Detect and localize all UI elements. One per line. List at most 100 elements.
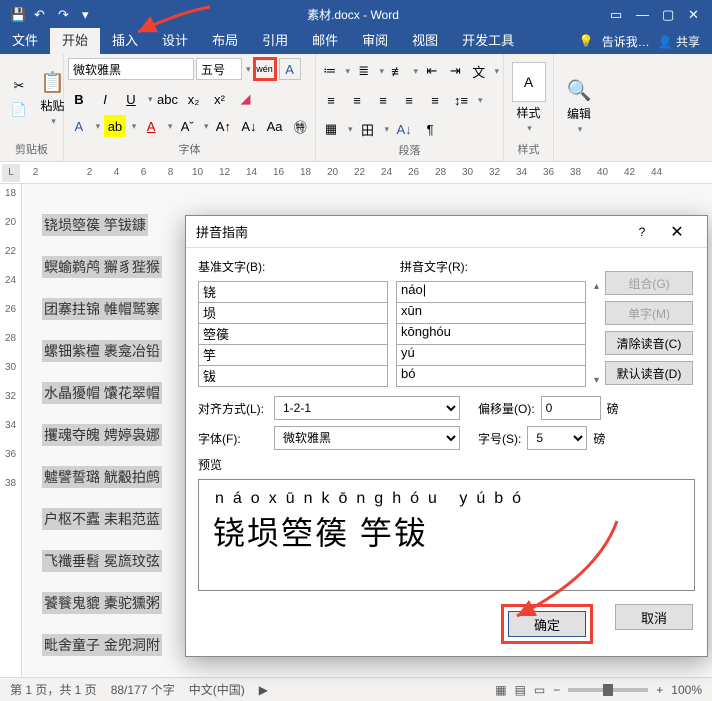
underline-button[interactable]: U [120,88,142,110]
pinyin-cell[interactable]: yú [396,344,586,366]
align-center-button[interactable]: ≡ [346,89,368,111]
enclose-char-button[interactable]: ㊕ [289,115,311,137]
show-marks-button[interactable]: ¶ [419,118,441,140]
zoom-out-button[interactable]: − [553,683,560,697]
horizontal-ruler[interactable]: L 22468101214161820222426283032343638404… [0,162,712,184]
close-icon[interactable]: ✕ [688,7,702,21]
text-direction-button[interactable]: 文 [469,60,488,82]
justify-button[interactable]: ≡ [398,89,420,111]
numbering-button[interactable]: ≣ [354,60,373,82]
italic-button[interactable]: I [94,88,116,110]
text-line[interactable]: 毗舍童子 金兜洞附 [42,634,162,656]
tab-selector[interactable]: L [2,164,20,182]
highlight-button[interactable]: ab [104,115,126,137]
text-line[interactable]: 攫魂夺魄 娉婷袅娜 [42,424,162,446]
bold-button[interactable]: B [68,88,90,110]
increase-font-button[interactable]: A↑ [213,115,235,137]
text-line[interactable]: 水晶獶帽 馕花翠帽 [42,382,162,404]
single-char-button[interactable]: 单字(M) [605,301,693,325]
ok-button[interactable]: 确定 [508,611,586,637]
language-indicator[interactable]: 中文(中国) [189,681,245,698]
qat-more-icon[interactable]: ▾ [82,7,96,21]
pinyin-cell[interactable]: xūn [396,302,586,324]
styles-button[interactable]: A 样式▾ [508,57,549,139]
align-select[interactable]: 1-2-1 [274,396,460,420]
maximize-icon[interactable]: ▢ [662,7,676,21]
menu-developer[interactable]: 开发工具 [450,28,526,54]
decrease-indent-button[interactable]: ⇤ [422,60,441,82]
sort-button[interactable]: A↓ [393,118,415,140]
menu-home[interactable]: 开始 [50,28,100,54]
pinyin-cell[interactable]: kōnghóu [396,323,586,345]
superscript-button[interactable]: x² [209,88,231,110]
multilevel-button[interactable]: ≢ [388,60,407,82]
read-mode-icon[interactable]: ▦ [495,683,506,697]
font-color-button[interactable]: A [140,115,162,137]
base-cell[interactable]: 埙 [198,302,388,324]
tell-me-icon[interactable]: 💡 [579,34,594,48]
increase-indent-button[interactable]: ⇥ [446,60,465,82]
web-layout-icon[interactable]: ▭ [534,683,545,697]
text-line[interactable]: 魖譬誓璐 觥觳拍鹧 [42,466,162,488]
word-count[interactable]: 88/177 个字 [111,681,175,698]
vertical-ruler[interactable]: 1820222426283032343638 [0,184,22,686]
undo-icon[interactable]: ↶ [34,7,48,21]
clear-reading-button[interactable]: 清除读音(C) [605,331,693,355]
print-layout-icon[interactable]: ▤ [515,683,526,697]
dialog-help-button[interactable]: ? [627,225,657,239]
copy-icon[interactable]: 📄 [8,99,30,121]
menu-insert[interactable]: 插入 [100,28,150,54]
save-icon[interactable]: 💾 [10,7,24,21]
menu-review[interactable]: 审阅 [350,28,400,54]
menu-references[interactable]: 引用 [250,28,300,54]
dialog-close-button[interactable]: ✕ [657,222,697,242]
clear-format-button[interactable]: ◢ [235,88,257,110]
zoom-value[interactable]: 100% [671,683,702,697]
text-line[interactable]: 螺钿紫檀 裹龛冶铅 [42,340,162,362]
shading-button[interactable]: ▦ [320,118,342,140]
menu-layout[interactable]: 布局 [200,28,250,54]
zoom-slider[interactable] [568,688,648,692]
change-case-button[interactable]: Aa [264,115,286,137]
line-spacing-button[interactable]: ↕≡ [450,89,472,111]
char-shading-button[interactable]: Aˇ [176,115,198,137]
base-cell[interactable]: 箜篌 [198,323,388,345]
tell-me[interactable]: 告诉我… [602,33,650,50]
page-indicator[interactable]: 第 1 页，共 1 页 [10,681,97,698]
base-cell[interactable]: 竽 [198,344,388,366]
offset-input[interactable] [541,396,601,420]
dlg-font-select[interactable]: 微软雅黑 [274,426,460,450]
share-button[interactable]: 👤 共享 [658,33,700,50]
decrease-font-button[interactable]: A↓ [238,115,260,137]
bullets-button[interactable]: ≔ [320,60,339,82]
base-cell[interactable]: 铙 [198,281,388,303]
zoom-in-button[interactable]: + [656,683,663,697]
text-line[interactable]: 螟蝓鹈鸬 獬豸狴猴 [42,256,162,278]
text-line[interactable]: 户枢不蠹 耒耜范蓝 [42,508,162,530]
fsize-select[interactable]: 5 [527,426,587,450]
phonetic-guide-button[interactable]: wén [253,57,277,81]
strike-button[interactable]: abc [157,88,179,110]
default-reading-button[interactable]: 默认读音(D) [605,361,693,385]
align-right-button[interactable]: ≡ [372,89,394,111]
redo-icon[interactable]: ↷ [58,7,72,21]
editing-button[interactable]: 🔍 编辑▾ [558,57,600,155]
borders-button[interactable]: 田 [357,118,379,140]
subscript-button[interactable]: x₂ [183,88,205,110]
macro-icon[interactable]: ▶ [259,683,268,697]
cancel-button[interactable]: 取消 [615,604,693,630]
text-effects-button[interactable]: A [68,115,90,137]
menu-view[interactable]: 视图 [400,28,450,54]
menu-file[interactable]: 文件 [0,28,50,54]
cut-icon[interactable]: ✂ [8,75,30,97]
text-line[interactable]: 铙埙箜篌 竽钹鏮 [42,214,148,236]
base-cell[interactable]: 钹 [198,365,388,387]
menu-mail[interactable]: 邮件 [300,28,350,54]
minimize-icon[interactable]: — [636,7,650,21]
menu-design[interactable]: 设计 [150,28,200,54]
align-left-button[interactable]: ≡ [320,89,342,111]
distribute-button[interactable]: ≡ [424,89,446,111]
text-line[interactable]: 团寨拄锦 帷帽鹫寨 [42,298,162,320]
combine-button[interactable]: 组合(G) [605,271,693,295]
ribbon-opts-icon[interactable]: ▭ [610,7,624,21]
